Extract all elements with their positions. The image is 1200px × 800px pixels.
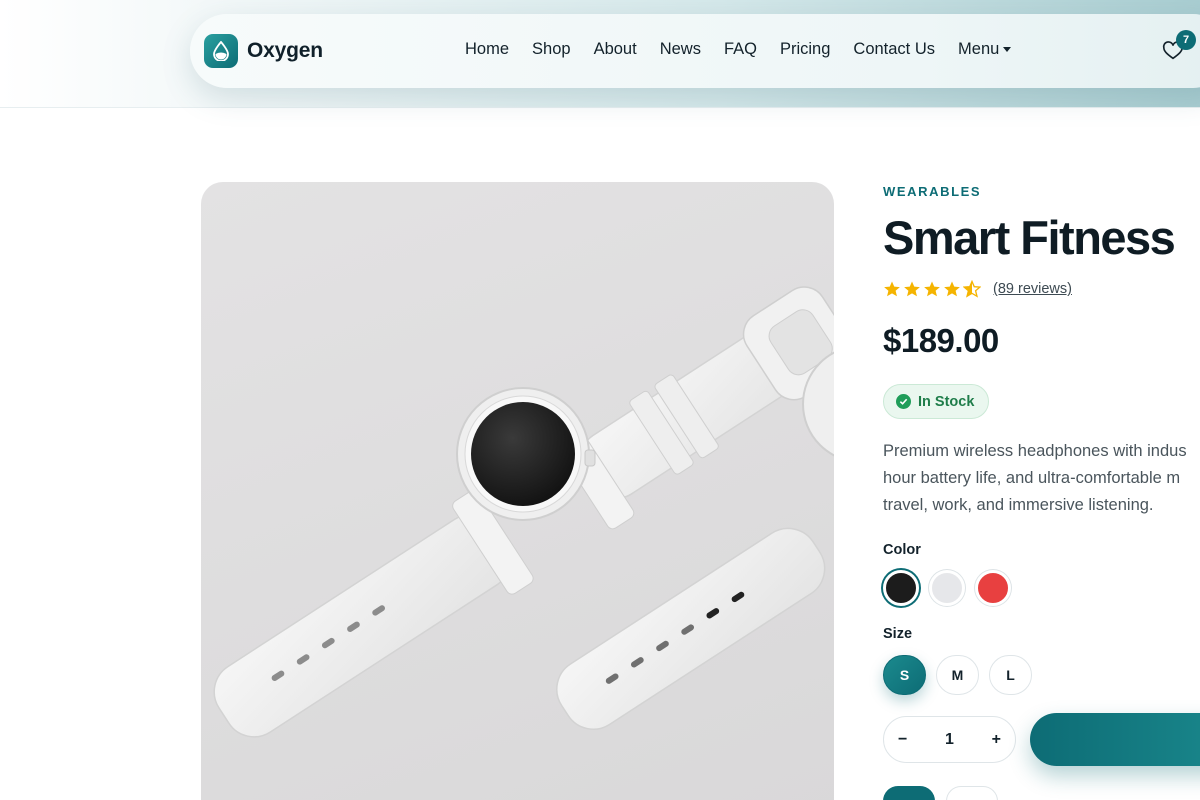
star-half-icon xyxy=(963,280,981,298)
product-title: Smart Fitness xyxy=(883,211,1176,264)
color-label: Color xyxy=(883,542,921,558)
reviews-link[interactable]: (89 reviews) xyxy=(993,281,1072,297)
nav-item-contact[interactable]: Contact Us xyxy=(853,40,935,59)
product-rating: (89 reviews) xyxy=(883,280,1072,298)
nav-links: Home Shop About News FAQ Pricing Contact… xyxy=(465,40,1012,59)
color-swatch-black[interactable] xyxy=(883,570,919,606)
color-swatch-white[interactable] xyxy=(929,570,965,606)
nav-item-faq[interactable]: FAQ xyxy=(724,40,757,59)
wishlist-count-badge: 7 xyxy=(1176,30,1196,50)
check-circle-icon xyxy=(896,394,911,409)
nav-item-news[interactable]: News xyxy=(660,40,701,59)
star-icon xyxy=(904,281,920,297)
product-price: $189.00 xyxy=(883,322,999,359)
droplet-icon xyxy=(204,34,238,68)
star-icon xyxy=(944,281,960,297)
product-category[interactable]: WEARABLES xyxy=(883,184,981,199)
description-line: travel, work, and immersive listening. xyxy=(883,496,1154,514)
size-option-l[interactable]: L xyxy=(989,655,1032,695)
color-swatch-red[interactable] xyxy=(975,570,1011,606)
description-line: Premium wireless headphones with indus xyxy=(883,442,1187,460)
brand-name: Oxygen xyxy=(247,39,323,62)
product-description: Premium wireless headphones with indus h… xyxy=(883,438,1200,519)
smartwatch-image xyxy=(213,286,834,738)
add-to-cart-button[interactable] xyxy=(1030,713,1200,766)
star-icon xyxy=(884,281,900,297)
product-image[interactable] xyxy=(201,182,834,800)
quantity-decrease-button[interactable]: − xyxy=(898,731,907,749)
stock-badge: In Stock xyxy=(883,384,990,419)
nav-item-home[interactable]: Home xyxy=(465,40,509,59)
secondary-action-button[interactable] xyxy=(883,786,935,800)
stock-label: In Stock xyxy=(918,393,975,410)
quantity-value[interactable]: 1 xyxy=(945,731,954,749)
nav-menu-dropdown[interactable]: Menu xyxy=(958,40,1012,59)
color-swatches xyxy=(883,570,1011,606)
quantity-stepper: − 1 + xyxy=(883,716,1016,763)
quantity-increase-button[interactable]: + xyxy=(992,731,1001,749)
nav-menu-label: Menu xyxy=(958,40,1000,58)
logo[interactable]: Oxygen xyxy=(204,34,323,68)
size-option-m[interactable]: M xyxy=(936,655,979,695)
secondary-action-button-outline[interactable] xyxy=(946,786,998,800)
chevron-down-icon xyxy=(1003,47,1012,52)
size-option-s[interactable]: S xyxy=(883,655,926,695)
description-line: hour battery life, and ultra-comfortable… xyxy=(883,469,1181,487)
nav-item-about[interactable]: About xyxy=(594,40,637,59)
nav-item-pricing[interactable]: Pricing xyxy=(780,40,830,59)
size-options: S M L xyxy=(883,655,1032,695)
size-label: Size xyxy=(883,626,913,642)
star-icon xyxy=(924,281,940,297)
nav-item-shop[interactable]: Shop xyxy=(532,40,571,59)
navbar: Oxygen Home Shop About News FAQ Pricing … xyxy=(190,14,1200,88)
